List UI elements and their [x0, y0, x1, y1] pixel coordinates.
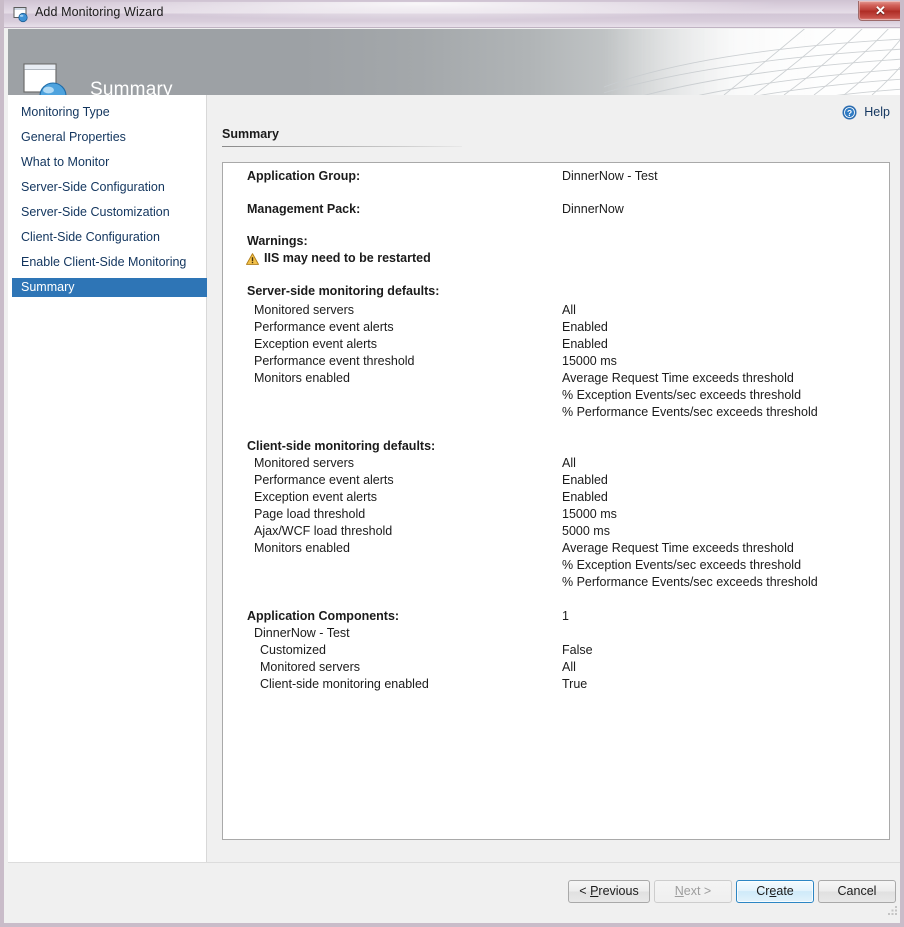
sidebar-item-summary[interactable]: Summary — [12, 278, 207, 297]
wizard-steps-sidebar: Monitoring Type General Properties What … — [8, 95, 207, 862]
wizard-footer: < Previous Next > Create Cancel — [8, 863, 904, 919]
table-row: Average Request Time exceeds threshold — [562, 541, 794, 555]
title-divider — [222, 146, 462, 147]
table-row: Performance event threshold — [254, 354, 415, 368]
sidebar-item-enable-client-side-monitoring[interactable]: Enable Client-Side Monitoring — [12, 253, 207, 272]
table-row: All — [562, 660, 576, 674]
close-button[interactable]: ✕ — [858, 1, 903, 21]
table-row: Monitors enabled — [254, 371, 350, 385]
resize-grip[interactable] — [886, 903, 898, 915]
svg-text:?: ? — [847, 108, 852, 118]
client-side-heading: Client-side monitoring defaults: — [247, 439, 435, 453]
summary-panel: Application Group: DinnerNow - Test Mana… — [222, 162, 890, 840]
cancel-button-label: Cancel — [838, 884, 877, 898]
table-row: % Exception Events/sec exceeds threshold — [562, 388, 801, 402]
help-link[interactable]: Help — [864, 105, 890, 119]
table-row: Monitors enabled — [254, 541, 350, 555]
create-button-label: Create — [756, 884, 794, 898]
table-row: % Performance Events/sec exceeds thresho… — [562, 405, 818, 419]
application-components-count: 1 — [562, 609, 569, 623]
table-row: Enabled — [562, 490, 608, 504]
warnings-label: Warnings: — [247, 234, 308, 248]
component-name: DinnerNow - Test — [254, 626, 350, 640]
sidebar-item-server-side-customization[interactable]: Server-Side Customization — [12, 203, 207, 222]
wizard-content-pane: ? Help Summary Application Group: Dinner… — [207, 95, 904, 862]
application-group-label: Application Group: — [247, 169, 360, 183]
table-row: True — [562, 677, 587, 691]
table-row: Customized — [260, 643, 326, 657]
table-row: Enabled — [562, 320, 608, 334]
table-row: Exception event alerts — [254, 337, 377, 351]
table-row: All — [562, 456, 576, 470]
question-circle-icon[interactable]: ? — [842, 105, 857, 120]
table-row: Monitored servers — [260, 660, 360, 674]
server-side-heading: Server-side monitoring defaults: — [247, 284, 439, 298]
table-row: 5000 ms — [562, 524, 610, 538]
sidebar-item-monitoring-type[interactable]: Monitoring Type — [12, 103, 207, 122]
table-row: Monitored servers — [254, 303, 354, 317]
table-row: Enabled — [562, 473, 608, 487]
sidebar-item-what-to-monitor[interactable]: What to Monitor — [12, 153, 207, 172]
title-bar: Add Monitoring Wizard ✕ — [4, 0, 904, 28]
table-row: Average Request Time exceeds threshold — [562, 371, 794, 385]
table-row: % Exception Events/sec exceeds threshold — [562, 558, 801, 572]
application-group-value: DinnerNow - Test — [562, 169, 658, 183]
table-row: Performance event alerts — [254, 320, 394, 334]
sidebar-item-client-side-configuration[interactable]: Client-Side Configuration — [12, 228, 207, 247]
table-row: Client-side monitoring enabled — [260, 677, 429, 691]
table-row: Exception event alerts — [254, 490, 377, 504]
cancel-button[interactable]: Cancel — [818, 880, 896, 903]
table-row: False — [562, 643, 593, 657]
table-row: 15000 ms — [562, 354, 617, 368]
create-button[interactable]: Create — [736, 880, 814, 903]
next-button-label: Next > — [675, 884, 711, 898]
table-row: Ajax/WCF load threshold — [254, 524, 392, 538]
table-row: 15000 ms — [562, 507, 617, 521]
warning-triangle-icon — [246, 252, 259, 264]
banner-mesh-graphic — [604, 29, 904, 95]
table-row: Page load threshold — [254, 507, 365, 521]
wizard-header-banner: Summary — [8, 29, 904, 95]
table-row: Enabled — [562, 337, 608, 351]
next-button[interactable]: Next > — [654, 880, 732, 903]
warning-text: IIS may need to be restarted — [264, 251, 431, 265]
table-row: % Performance Events/sec exceeds thresho… — [562, 575, 818, 589]
table-row: Performance event alerts — [254, 473, 394, 487]
wizard-banner-icon — [22, 63, 74, 95]
previous-button[interactable]: < Previous — [568, 880, 650, 903]
sidebar-item-server-side-configuration[interactable]: Server-Side Configuration — [12, 178, 207, 197]
banner-heading: Summary — [90, 79, 173, 95]
table-row: Monitored servers — [254, 456, 354, 470]
previous-button-label: < Previous — [579, 884, 638, 898]
wizard-window: Add Monitoring Wizard ✕ — [0, 0, 904, 927]
window-title: Add Monitoring Wizard — [35, 5, 164, 19]
sidebar-item-general-properties[interactable]: General Properties — [12, 128, 207, 147]
management-pack-value: DinnerNow — [562, 202, 624, 216]
application-components-heading: Application Components: — [247, 609, 399, 623]
management-pack-label: Management Pack: — [247, 202, 360, 216]
table-row: All — [562, 303, 576, 317]
close-icon: ✕ — [859, 2, 902, 19]
page-title: Summary — [222, 127, 279, 141]
window-globe-icon — [13, 6, 30, 23]
